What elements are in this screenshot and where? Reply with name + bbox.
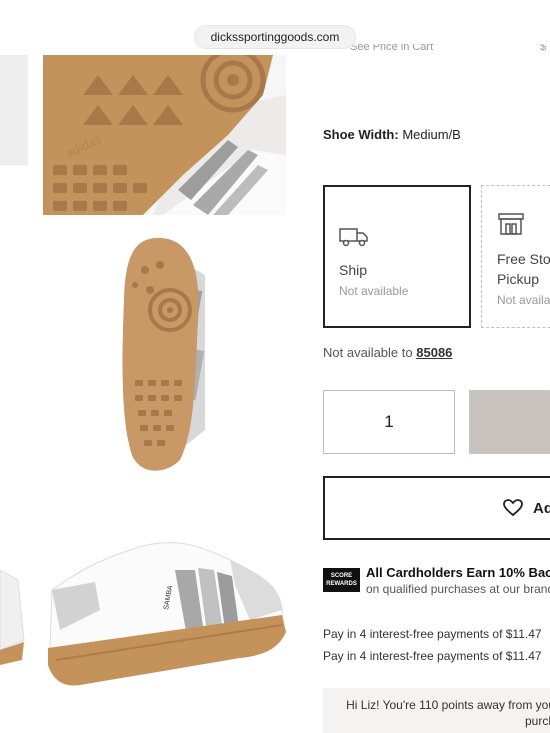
favorite-button-label: Ad [533, 499, 550, 517]
zip-code-link[interactable]: 85086 [416, 345, 452, 360]
product-image-sole-full[interactable] [110, 230, 210, 475]
truck-icon [339, 228, 368, 247]
availability-message: Not available to 85086 [323, 345, 452, 360]
rewards-points-banner: Hi Liz! You're 110 points away from you … [323, 688, 550, 733]
product-image-sole-closeup[interactable]: adidas [43, 55, 286, 215]
score-logo-line2: REWARDS [326, 581, 357, 587]
product-image-side-view[interactable]: SAMBA [0, 530, 290, 700]
ship-status: Not available [339, 284, 409, 298]
side-view-graphic: SAMBA [0, 530, 290, 700]
shoe-width-value: Medium/B [402, 127, 461, 142]
add-to-favorites-button[interactable]: Ad [323, 476, 550, 540]
price-text: $ [540, 44, 547, 53]
shoe-width-label: Shoe Width: [323, 127, 399, 142]
promo-subtext: on qualified purchases at our brands [366, 582, 550, 596]
pay-in-4-offer[interactable]: Pay in 4 interest-free payments of $11.4… [323, 649, 542, 663]
ship-title: Ship [339, 262, 368, 278]
thumbnail-strip[interactable] [0, 55, 28, 165]
pickup-title-line1: Free Sto [497, 251, 550, 267]
availability-text: Not available to [323, 345, 413, 360]
score-logo-line1: SCORE [330, 573, 353, 579]
ship-option-card[interactable]: Ship Not available [323, 185, 471, 328]
add-to-cart-button[interactable] [469, 390, 550, 454]
quantity-input[interactable]: 1 [323, 390, 455, 454]
rewards-banner-line2: purch [524, 714, 550, 728]
pickup-title-line2: Pickup [497, 271, 540, 287]
url-bar[interactable]: dickssportinggoods.com [195, 26, 355, 48]
pay-in-4-offer[interactable]: Pay in 4 interest-free payments of $11.4… [323, 627, 542, 641]
sole-closeup-graphic: adidas [43, 55, 286, 215]
promo-headline[interactable]: All Cardholders Earn 10% Back [366, 565, 550, 580]
sole-full-graphic [110, 230, 210, 475]
store-pickup-option-card[interactable]: Free Sto Pickup Not availa [481, 185, 550, 328]
store-icon [498, 213, 524, 235]
score-rewards-logo: SCORE REWARDS [323, 568, 360, 592]
price-in-cart-text: See Price in Cart [350, 44, 434, 53]
rewards-banner-line1: Hi Liz! You're 110 points away from you [346, 698, 550, 712]
heart-icon [503, 499, 523, 517]
shoe-width: Shoe Width: Medium/B [323, 127, 461, 142]
pickup-status: Not availa [497, 293, 550, 307]
